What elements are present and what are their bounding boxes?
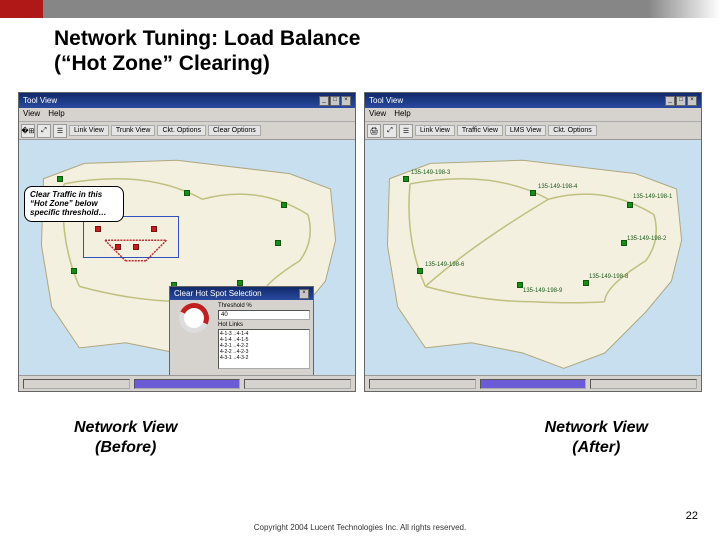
tool-icon[interactable]: ☰ <box>53 124 67 138</box>
menu-help[interactable]: Help <box>394 109 410 120</box>
close-icon[interactable]: × <box>687 96 697 106</box>
node-label: 135-149-198-6 <box>425 262 464 268</box>
status-seg <box>23 379 130 389</box>
hotlinks-list[interactable]: 4-1-3→4-1-4 4-1-4→4-1-5 4-2-1→4-2-2 4-2-… <box>218 329 310 369</box>
status-seg <box>369 379 476 389</box>
toolbar-ckt-options[interactable]: Ckt. Options <box>548 125 597 136</box>
toolbar-traffic-view[interactable]: Traffic View <box>457 125 503 136</box>
clear-hotspot-dialog: Clear Hot Spot Selection × Threshold % 4… <box>169 286 314 375</box>
maximize-icon[interactable]: □ <box>330 96 340 106</box>
tool-icon[interactable]: ☰ <box>399 124 413 138</box>
node-label: 135-149-198-1 <box>633 194 672 200</box>
page-number: 22 <box>686 510 698 522</box>
window-controls: _ □ × <box>319 96 351 106</box>
hotlinks-field: Hot Links 4-1-3→4-1-4 4-1-4→4-1-5 4-2-1→… <box>218 322 310 369</box>
statusbar <box>19 375 355 391</box>
node-label: 135-149-198-3 <box>411 170 450 176</box>
hot-node[interactable] <box>95 226 101 232</box>
gauge-icon <box>175 299 213 337</box>
node-label: 135-149-198-2 <box>627 236 666 242</box>
toolbar-link-view[interactable]: Link View <box>415 125 455 136</box>
minimize-icon[interactable]: _ <box>665 96 675 106</box>
title-line-2: (“Hot Zone” Clearing) <box>54 51 720 76</box>
list-item[interactable]: 4-3-1→4-3-2 <box>220 355 308 361</box>
toolbar-clear-options[interactable]: Clear Options <box>208 125 261 136</box>
menu-help[interactable]: Help <box>48 109 64 120</box>
node-atlanta[interactable] <box>583 280 589 286</box>
tool-icon[interactable]: �⊞ <box>21 124 35 138</box>
slide-title: Network Tuning: Load Balance (“Hot Zone”… <box>0 18 720 76</box>
window-controls: _ □ × <box>665 96 697 106</box>
window-title: Tool View <box>23 96 57 105</box>
window-title: Tool View <box>369 96 403 105</box>
toolbar-trunk-view[interactable]: Trunk View <box>111 125 156 136</box>
window-titlebar: Tool View _ □ × <box>365 93 701 108</box>
after-label: Network View (After) <box>545 418 648 456</box>
status-seg <box>590 379 697 389</box>
map-area-before[interactable]: Clear Hot Spot Selection × Threshold % 4… <box>19 140 355 375</box>
us-map-svg <box>369 148 697 375</box>
toolbar: �⊞ ⤢ ☰ Link View Trunk View Ckt. Options… <box>19 122 355 140</box>
threshold-label: Threshold % <box>218 303 310 309</box>
threshold-input[interactable]: 40 <box>218 310 310 320</box>
menu-view[interactable]: View <box>23 109 40 120</box>
before-label-text: Network View (Before) <box>74 419 177 455</box>
node-ny[interactable] <box>627 202 633 208</box>
menu-view[interactable]: View <box>369 109 386 120</box>
view-labels-row: Network View (Before) Network View (Afte… <box>0 392 720 456</box>
threshold-field: Threshold % 40 <box>218 303 310 320</box>
node-label: 135-149-198-4 <box>538 184 577 190</box>
node-ny[interactable] <box>281 202 287 208</box>
status-progress <box>134 379 241 389</box>
node-la[interactable] <box>417 268 423 274</box>
after-window: Tool View _ □ × View Help 🖨 ⤢ ☰ Link Vie… <box>364 92 702 392</box>
hotlinks-label: Hot Links <box>218 322 310 328</box>
tool-icon[interactable]: 🖨 <box>367 124 381 138</box>
before-label: Network View (Before) <box>74 418 177 456</box>
panels-row: Tool View _ □ × View Help �⊞ ⤢ ☰ Link Vi… <box>0 76 720 392</box>
dialog-title: Clear Hot Spot Selection <box>174 289 262 298</box>
node-la[interactable] <box>71 268 77 274</box>
dialog-gauge-col <box>173 303 215 375</box>
node-chicago[interactable] <box>184 190 190 196</box>
before-window: Tool View _ □ × View Help �⊞ ⤢ ☰ Link Vi… <box>18 92 356 392</box>
statusbar <box>365 375 701 391</box>
toolbar-ckt-options[interactable]: Ckt. Options <box>157 125 206 136</box>
node-label: 135-149-198-8 <box>589 274 628 280</box>
tool-icon[interactable]: ⤢ <box>383 124 397 138</box>
hot-node[interactable] <box>133 244 139 250</box>
hot-node[interactable] <box>115 244 121 250</box>
status-progress <box>480 379 587 389</box>
node-label: 135-149-198-9 <box>523 288 562 294</box>
toolbar-lms-view[interactable]: LMS View <box>505 125 546 136</box>
copyright-footer: Copyright 2004 Lucent Technologies Inc. … <box>0 523 720 532</box>
after-label-text: Network View (After) <box>545 419 648 455</box>
node-seattle[interactable] <box>403 176 409 182</box>
toolbar: 🖨 ⤢ ☰ Link View Traffic View LMS View Ck… <box>365 122 701 140</box>
toolbar-link-view[interactable]: Link View <box>69 125 109 136</box>
node-dc[interactable] <box>275 240 281 246</box>
status-seg <box>244 379 351 389</box>
minimize-icon[interactable]: _ <box>319 96 329 106</box>
dialog-titlebar: Clear Hot Spot Selection × <box>170 287 313 300</box>
menubar: View Help <box>365 108 701 122</box>
menubar: View Help <box>19 108 355 122</box>
dialog-body: Threshold % 40 Hot Links 4-1-3→4-1-4 4-1… <box>170 300 313 375</box>
map-area-after[interactable]: 135-149-198-3 135-149-198-6 135-149-198-… <box>365 140 701 375</box>
hot-node[interactable] <box>151 226 157 232</box>
dialog-form: Threshold % 40 Hot Links 4-1-3→4-1-4 4-1… <box>218 303 310 375</box>
tool-icon[interactable]: ⤢ <box>37 124 51 138</box>
close-icon[interactable]: × <box>299 289 309 299</box>
title-line-1: Network Tuning: Load Balance <box>54 26 720 51</box>
close-icon[interactable]: × <box>341 96 351 106</box>
window-titlebar: Tool View _ □ × <box>19 93 355 108</box>
hotzone-callout: Clear Traffic in this “Hot Zone” below s… <box>24 186 124 222</box>
slide-top-bar <box>0 0 720 18</box>
maximize-icon[interactable]: □ <box>676 96 686 106</box>
node-chicago[interactable] <box>530 190 536 196</box>
node-seattle[interactable] <box>57 176 63 182</box>
